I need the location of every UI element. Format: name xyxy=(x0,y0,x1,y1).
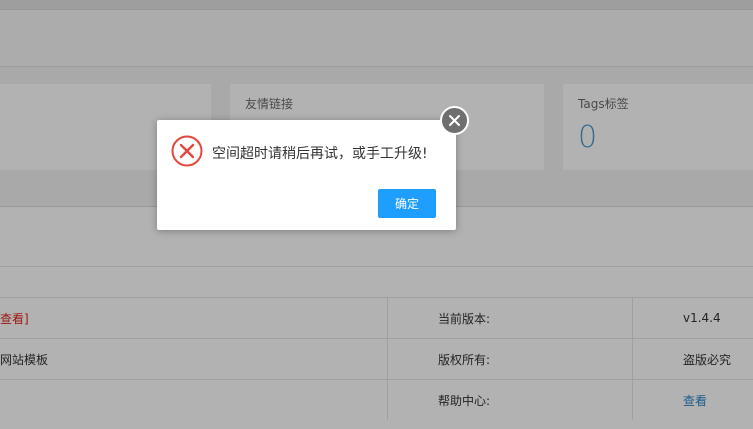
close-dialog-button[interactable] xyxy=(440,106,469,135)
confirm-button[interactable]: 确定 xyxy=(378,189,436,218)
dialog-message: 空间超时请稍后再试，或手工升级! xyxy=(212,146,428,162)
error-dialog: 空间超时请稍后再试，或手工升级! 确定 xyxy=(157,120,456,230)
close-icon xyxy=(449,115,460,126)
error-icon xyxy=(171,135,203,167)
